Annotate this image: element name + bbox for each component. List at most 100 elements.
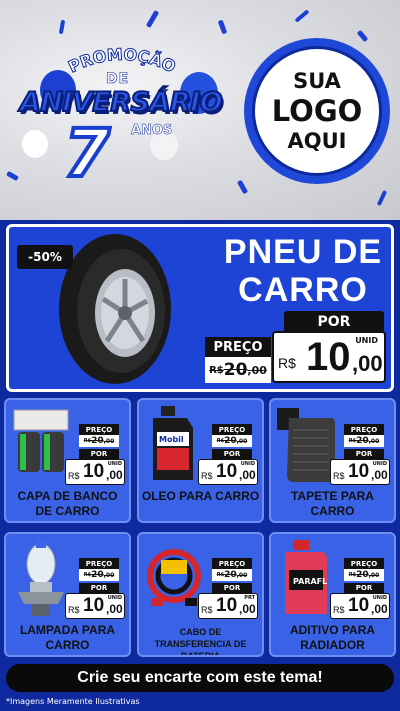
price-tag: PRT R$ 10,00	[198, 593, 258, 619]
motor-oil-icon: Mobil	[143, 404, 205, 484]
seat-cover-icon	[10, 404, 72, 484]
price-tag: UNID R$ 10,00	[198, 459, 258, 485]
promo-anos-text: ANOS	[131, 123, 173, 139]
confetti-decoration	[58, 19, 66, 35]
unit-label: UNID	[240, 461, 255, 467]
unit-label: UNID	[355, 336, 378, 345]
unit-label: UNID	[372, 595, 387, 601]
anniversary-promo-logo: PROMOÇÃO DE ANIVERSÁRIO 7 ANOS	[6, 45, 236, 195]
old-price-currency: R$	[216, 572, 225, 578]
price-integer: 10	[216, 595, 238, 616]
car-mat-icon	[275, 404, 337, 484]
old-price-integer: 20	[356, 570, 369, 580]
price-currency: R$	[278, 355, 296, 371]
confetti-decoration	[217, 19, 228, 35]
product-name: TAPETE PARA CARRO	[291, 489, 374, 518]
price-integer: 10	[83, 461, 105, 482]
product-name: LAMPADA PARA CARRO	[19, 623, 116, 652]
price-currency: R$	[68, 471, 80, 481]
preco-label: PREÇO	[344, 424, 384, 435]
unit-label: UNID	[107, 461, 122, 467]
old-price-decimal: ,00	[368, 437, 380, 445]
price-integer: 10	[83, 595, 105, 616]
product-card[interactable]: PREÇO R$ 20,00 POR PRT R$ 10,00 CABO DE TRANSFE…	[137, 532, 264, 657]
por-label: POR	[79, 583, 119, 593]
confetti-decoration	[145, 9, 160, 29]
logo-inner: SUA LOGO AQUI	[252, 46, 382, 176]
price-integer: 10	[306, 335, 351, 379]
price-decimal: ,00	[239, 602, 256, 616]
old-price: R$ 20,00	[344, 435, 384, 447]
preco-label: PREÇO	[212, 424, 252, 435]
product-card[interactable]: PARAFL PREÇO R$ 20,00 POR UNID R$ 10,00 ADITIVO …	[269, 532, 396, 657]
por-label: POR	[212, 583, 252, 593]
old-price-currency: R$	[216, 438, 225, 444]
por-label: POR	[284, 311, 384, 333]
old-price-currency: R$	[348, 438, 357, 444]
por-label: POR	[344, 583, 384, 593]
header-banner: PROMOÇÃO DE ANIVERSÁRIO 7 ANOS SUA LOGO …	[0, 0, 400, 220]
old-price: R$ 20,00	[79, 435, 119, 447]
preco-label: PREÇO	[79, 424, 119, 435]
unit-label: PRT	[244, 595, 255, 601]
price-integer: 10	[348, 461, 370, 482]
jumper-cable-icon	[143, 538, 205, 618]
promo-de-text: DE	[106, 71, 130, 88]
old-price: R$ 20,00	[79, 569, 119, 581]
product-card[interactable]: PREÇO R$ 20,00 POR UNID R$ 10,00 LAMPADA PARA C…	[4, 532, 131, 657]
price-currency: R$	[201, 471, 213, 481]
radiator-additive-icon: PARAFL	[275, 538, 337, 618]
featured-product-card[interactable]: -50% PNEU DE CARRO POR PREÇO R$ 20 ,00 U…	[6, 224, 394, 392]
old-price-currency: R$	[83, 572, 92, 578]
product-card[interactable]: Mobil PREÇO R$ 20,00 POR UNID R$ 10,00 OLEO PARA…	[137, 398, 264, 523]
price-decimal: ,00	[371, 468, 388, 482]
old-price-decimal: ,00	[103, 437, 115, 445]
price-decimal: ,00	[239, 468, 256, 482]
product-name: OLEO PARA CARRO	[141, 489, 260, 503]
logo-line-1: SUA	[293, 69, 341, 93]
preco-label: PREÇO	[212, 558, 252, 569]
price-decimal: ,00	[371, 602, 388, 616]
old-price-decimal: ,00	[247, 363, 267, 377]
old-price-currency: R$	[209, 364, 224, 376]
store-logo-placeholder[interactable]: SUA LOGO AQUI	[244, 38, 390, 184]
svg-text:PARAFL: PARAFL	[293, 577, 327, 586]
featured-price-tag: UNID R$ 10 ,00	[272, 331, 386, 383]
old-price-integer: 20	[91, 436, 104, 446]
product-name: CAPA DE BANCO DE CARRO	[17, 489, 118, 518]
headlight-bulb-icon	[10, 538, 72, 618]
price-tag: UNID R$ 10,00	[65, 593, 125, 619]
create-flyer-button[interactable]: Crie seu encarte com este tema!	[6, 664, 394, 692]
product-name: ADITIVO PARA RADIADOR	[289, 623, 376, 652]
svg-text:Mobil: Mobil	[159, 435, 184, 444]
price-integer: 10	[216, 461, 238, 482]
old-price: R$ 20,00	[212, 569, 252, 581]
old-price-decimal: ,00	[236, 571, 248, 579]
price-currency: R$	[68, 605, 80, 615]
price-tag: UNID R$ 10,00	[330, 593, 390, 619]
old-price: R$ 20 ,00	[205, 357, 271, 383]
confetti-decoration	[376, 189, 388, 207]
old-price-integer: 20	[91, 570, 104, 580]
unit-label: UNID	[372, 461, 387, 467]
old-price-currency: R$	[348, 572, 357, 578]
confetti-decoration	[236, 179, 249, 195]
old-price-integer: 20	[356, 436, 369, 446]
price-decimal: ,00	[106, 602, 123, 616]
featured-product-title: PNEU DE CARRO	[223, 233, 383, 309]
product-card[interactable]: PREÇO R$ 20,00 POR UNID R$ 10,00 TAPETE PARA CA…	[269, 398, 396, 523]
price-tag: UNID R$ 10,00	[65, 459, 125, 485]
price-decimal: ,00	[352, 351, 383, 376]
product-card[interactable]: PREÇO R$ 20,00 POR UNID R$ 10,00 CAPA DE BANCO …	[4, 398, 131, 523]
old-price-integer: 20	[223, 360, 248, 380]
old-price: R$ 20,00	[212, 435, 252, 447]
price-currency: R$	[333, 471, 345, 481]
old-price: R$ 20,00	[344, 569, 384, 581]
price-decimal: ,00	[106, 468, 123, 482]
old-price-decimal: ,00	[368, 571, 380, 579]
por-label: POR	[212, 449, 252, 459]
product-name: CABO DE TRANSFERENCIA DE BATERIA	[154, 627, 247, 657]
por-label: POR	[344, 449, 384, 459]
por-label: POR	[79, 449, 119, 459]
logo-line-3: AQUI	[287, 129, 347, 153]
